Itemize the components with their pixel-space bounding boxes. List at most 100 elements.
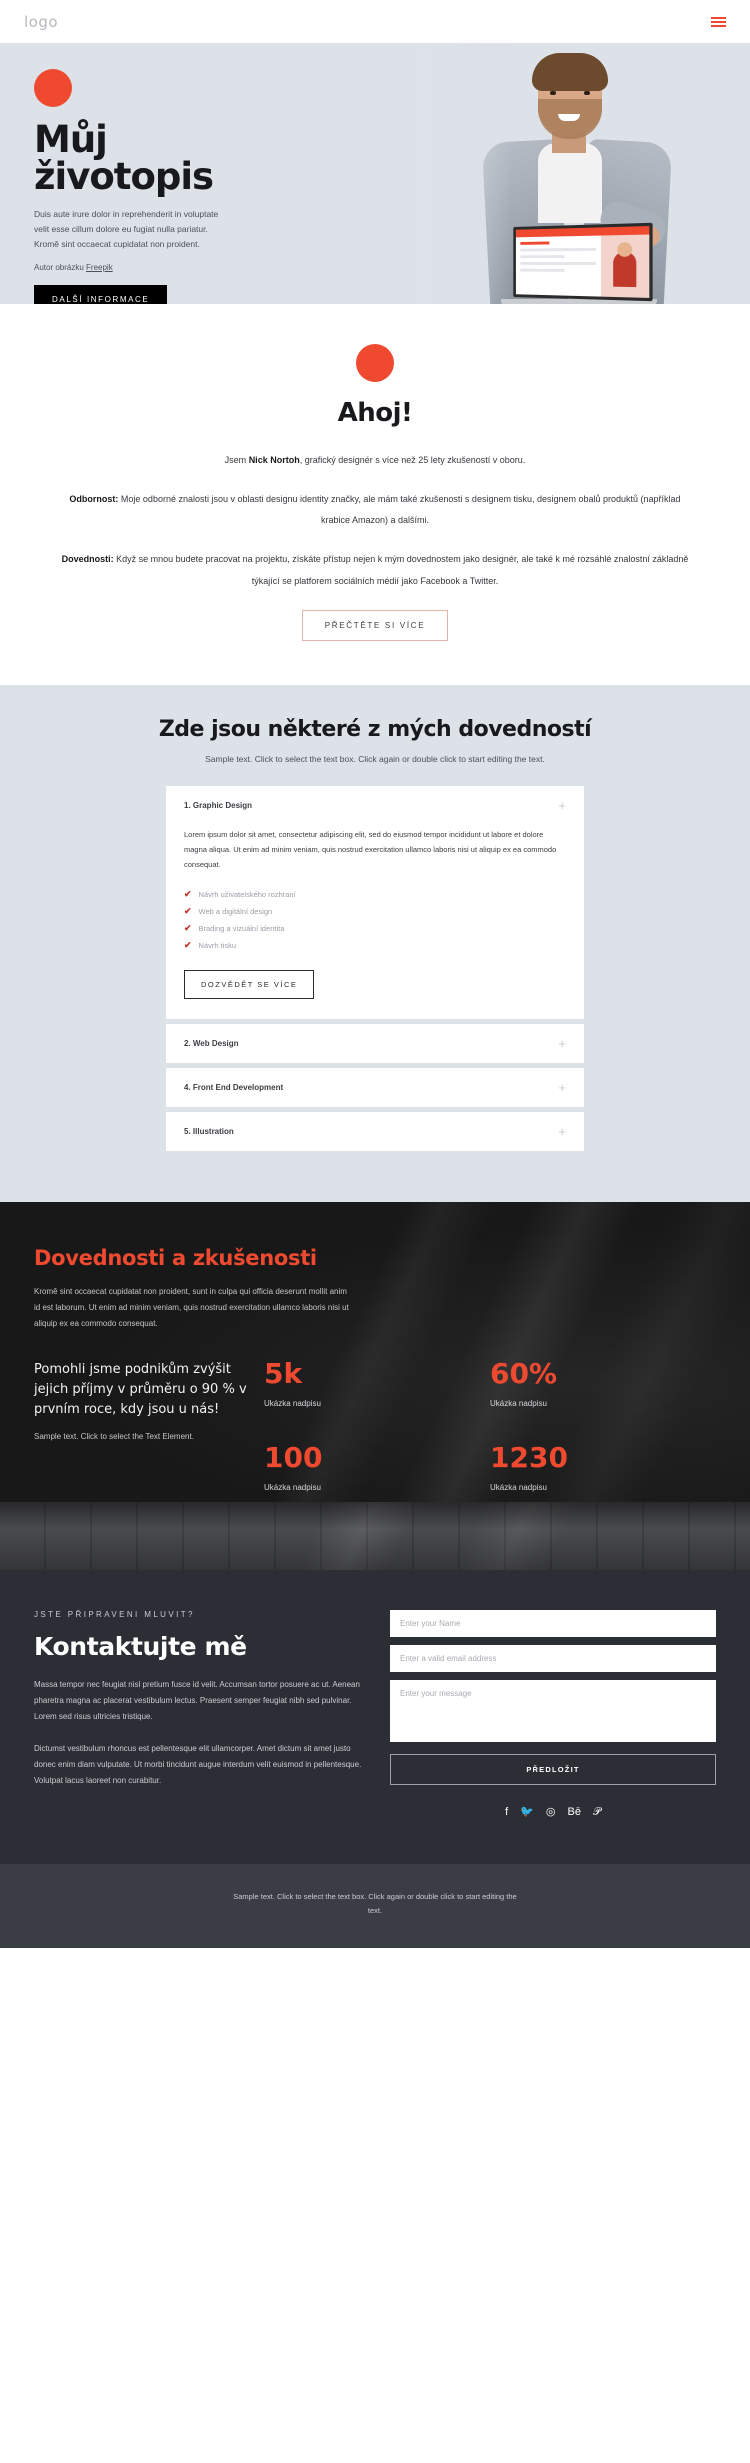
check-icon: ✔ (184, 939, 192, 950)
screen-line (520, 268, 565, 272)
stat-caption: Ukázka nadpisu (264, 1398, 321, 1408)
image-credit-prefix: Autor obrázku (34, 262, 87, 272)
screen-body (516, 234, 650, 298)
behance-icon[interactable]: Bē (567, 1806, 580, 1818)
plus-icon[interactable]: + (558, 1081, 566, 1094)
plus-icon[interactable]: + (558, 799, 566, 812)
accordion-header[interactable]: 2. Web Design + (166, 1024, 584, 1063)
hair (532, 53, 608, 91)
about-name: Nick Nortoh (248, 455, 300, 465)
hero-content: Můj životopis Duis aute irure dolor in r… (0, 43, 330, 304)
accordion-header[interactable]: 1. Graphic Design + (166, 786, 584, 825)
stat-value: 60% (490, 1356, 558, 1390)
stat-block: 1230 Ukázka nadpisu (490, 1440, 716, 1492)
accordion-label: 1. Graphic Design (184, 800, 253, 810)
accordion-item-illustration: 5. Illustration + (166, 1111, 584, 1151)
list-item: ✔ Brading a vizuální identita (184, 920, 566, 937)
list-item-label: Návrh uživatelského rozhraní (198, 889, 296, 899)
social-links: f 🐦 ◎ Bē 𝒫 (390, 1806, 716, 1818)
facebook-icon[interactable]: f (505, 1806, 508, 1818)
submit-button[interactable]: PŘEDLOŽIT (390, 1753, 716, 1785)
hamburger-bar (711, 16, 726, 19)
stat-caption: Ukázka nadpisu (264, 1482, 321, 1492)
page-title: Můj životopis (34, 121, 330, 195)
stat-value: 100 (264, 1440, 323, 1474)
stat-caption: Ukázka nadpisu (490, 1398, 547, 1408)
about-p2-label: Odbornost: (69, 494, 119, 505)
about-p2-text: Moje odborné znalosti jsou v oblasti des… (118, 494, 681, 526)
hamburger-icon[interactable] (711, 16, 726, 27)
check-icon: ✔ (184, 905, 192, 916)
email-field[interactable] (390, 1644, 716, 1672)
accordion-label: 2. Web Design (184, 1038, 239, 1048)
screen-line (520, 247, 596, 252)
stat-block: 100 Ukázka nadpisu (264, 1440, 490, 1492)
about-paragraph-1: Jsem Nick Nortoh, grafický designér s ví… (60, 450, 690, 471)
experience-paragraph: Kromě sint occaecat cupidatat non proide… (34, 1286, 349, 1328)
list-item-label: Návrh tisku (198, 940, 237, 950)
name-field[interactable] (390, 1609, 716, 1637)
logo[interactable]: logo (24, 13, 58, 31)
skills-title: Zde jsou některé z mých dovedností (158, 716, 592, 742)
mouth (558, 114, 580, 121)
page-root: logo Můj životopis Duis aute irure dolor… (0, 0, 750, 1949)
footer: Sample text. Click to select the text bo… (0, 1863, 750, 1949)
twitter-icon[interactable]: 🐦 (520, 1806, 534, 1818)
learn-more-button[interactable]: DOZVĚDĚT SE VÍCE (184, 969, 315, 999)
pinterest-icon[interactable]: 𝒫 (593, 1806, 601, 1818)
about-p1-post: , grafický designér s více než 25 lety z… (299, 455, 526, 465)
list-item: ✔ Návrh uživatelského rozhraní (184, 886, 566, 903)
about-paragraph-2: Odbornost: Moje odborné znalosti jsou v … (60, 489, 690, 531)
about-paragraph-3: Dovednosti: Když se mnou budete pracovat… (60, 549, 690, 591)
image-credit: Autor obrázku Freepik (34, 263, 330, 272)
contact-title: Kontaktujte mě (34, 1631, 247, 1661)
hero-section: Můj životopis Duis aute irure dolor in r… (0, 43, 750, 304)
skills-list: ✔ Návrh uživatelského rozhraní ✔ Web a dig… (184, 886, 566, 954)
contact-left-column: JSTE PŘIPRAVENI MLUVIT? Kontaktujte mě M… (34, 1610, 364, 1818)
accordion: 1. Graphic Design + Lorem ipsum dolor si… (166, 785, 584, 1151)
experience-left-column: Pomohli jsme podnikům zvýšit jejich příj… (34, 1360, 264, 1492)
experience-section: Dovednosti a zkušenosti Kromě sint occae… (0, 1201, 750, 1502)
more-info-button[interactable]: DALŠÍ INFORMACE (34, 284, 168, 304)
accordion-item-front-end-development: 4. Front End Development + (166, 1067, 584, 1107)
accordion-header[interactable]: 4. Front End Development + (166, 1068, 584, 1107)
about-section: Ahoj! Jsem Nick Nortoh, grafický designé… (0, 304, 750, 685)
accent-dot (356, 344, 394, 382)
hero-title-line2: životopis (34, 155, 214, 198)
laptop-screen (513, 222, 653, 302)
accordion-item-web-design: 2. Web Design + (166, 1023, 584, 1063)
list-item: ✔ Návrh tisku (184, 937, 566, 954)
experience-content: Dovednosti a zkušenosti Kromě sint occae… (34, 1246, 716, 1492)
screen-person (613, 251, 637, 288)
screen-line (520, 241, 550, 245)
floor-decoration (0, 1501, 750, 1570)
contact-columns: JSTE PŘIPRAVENI MLUVIT? Kontaktujte mě M… (34, 1609, 716, 1818)
plus-icon[interactable]: + (558, 1125, 566, 1138)
accordion-text: Lorem ipsum dolor sit amet, consectetur … (184, 829, 557, 869)
accordion-body: Lorem ipsum dolor sit amet, consectetur … (166, 825, 584, 1019)
read-more-button[interactable]: PŘEČTĚTE SI VÍCE (301, 609, 449, 641)
list-item: ✔ Web a digitální design (184, 903, 566, 920)
skills-subtitle: Sample text. Click to select the text bo… (205, 753, 545, 764)
freepik-link[interactable]: Freepik (86, 263, 113, 272)
experience-title: Dovednosti a zkušenosti (34, 1245, 317, 1270)
list-item-label: Brading a vizuální identita (198, 923, 285, 933)
hamburger-bar (711, 20, 726, 23)
stat-value: 1230 (490, 1440, 568, 1474)
plus-icon[interactable]: + (558, 1037, 566, 1050)
screen-text-col (516, 236, 601, 297)
message-field[interactable] (390, 1679, 716, 1742)
instagram-icon[interactable]: ◎ (546, 1806, 556, 1818)
experience-lead: Pomohli jsme podnikům zvýšit jejich příj… (34, 1361, 247, 1417)
hero-paragraph: Duis aute irure dolor in reprehenderit i… (34, 209, 219, 249)
laptop (501, 222, 658, 304)
list-item-label: Web a digitální design (198, 906, 273, 916)
accent-dot (34, 69, 72, 107)
accordion-header[interactable]: 5. Illustration + (166, 1112, 584, 1151)
about-p3-text: Když se mnou budete pracovat na projektu… (113, 554, 689, 586)
experience-note: Sample text. Click to select the Text El… (34, 1432, 194, 1442)
stat-value: 5k (264, 1356, 303, 1390)
man-illustration (480, 53, 680, 304)
screen-face (617, 242, 633, 257)
screen-line (520, 262, 596, 266)
